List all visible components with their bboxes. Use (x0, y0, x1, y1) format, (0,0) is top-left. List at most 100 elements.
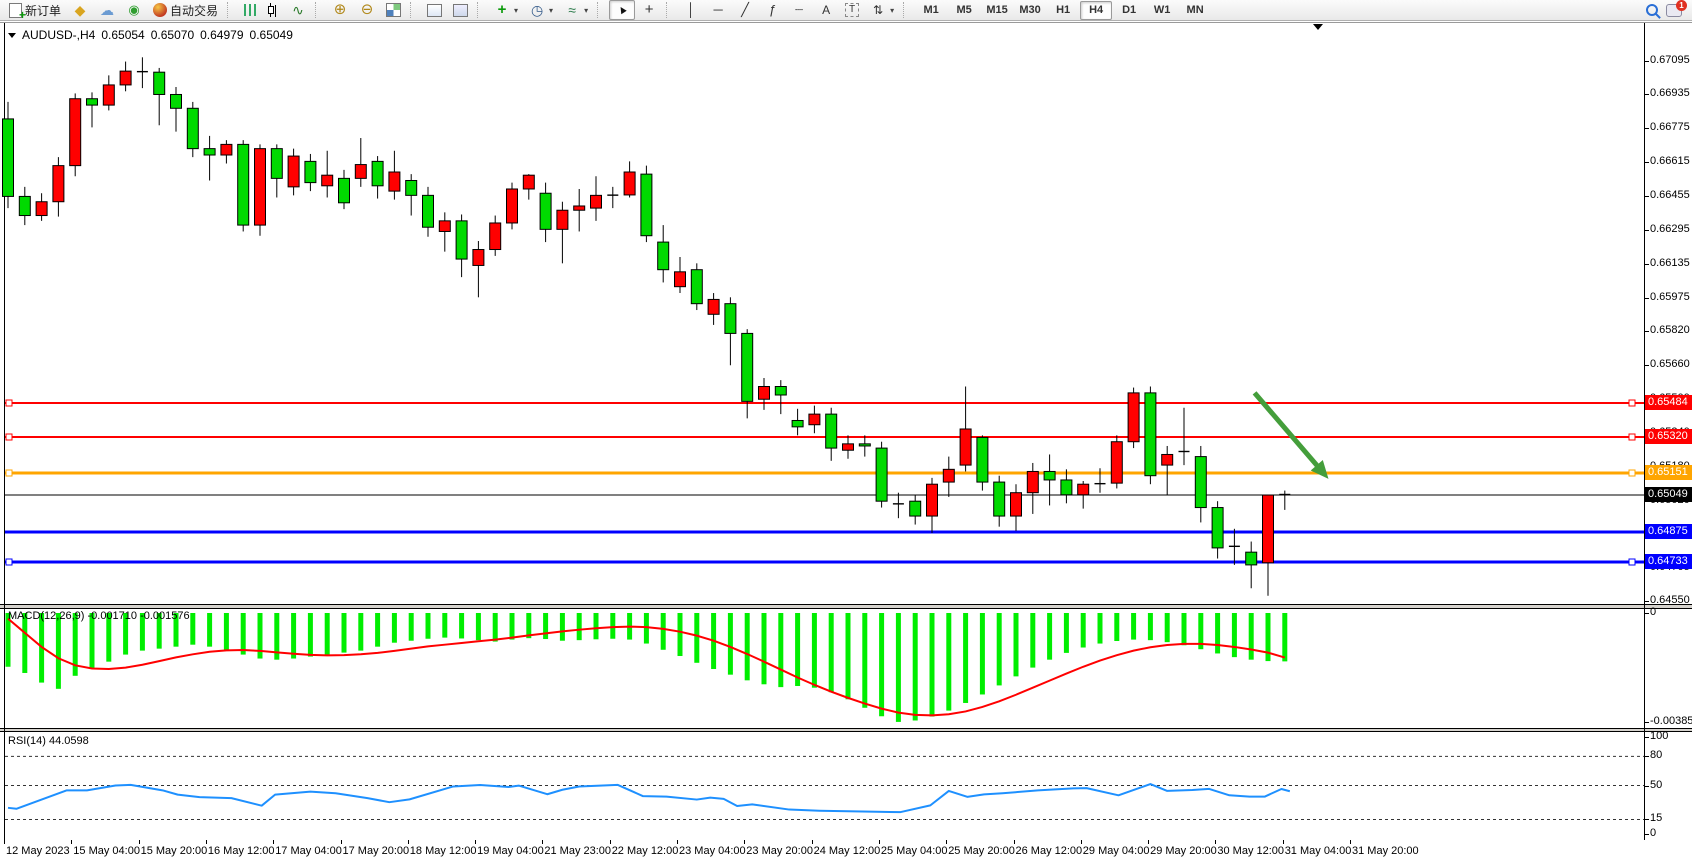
line-chart-icon (290, 2, 306, 18)
publish-button[interactable] (94, 0, 120, 20)
periods-button[interactable]: ▾ (524, 0, 558, 20)
timeframe-d1[interactable]: D1 (1113, 1, 1145, 20)
zoom-out-icon (359, 2, 375, 18)
add-indicator-button[interactable]: ▾ (489, 0, 523, 20)
bar-chart-icon (244, 4, 256, 16)
trendline-button[interactable] (732, 0, 758, 20)
timeframe-w1[interactable]: W1 (1146, 1, 1178, 20)
toolbar-separator (597, 2, 605, 18)
profiles-icon (453, 4, 468, 17)
toolbar-separator (227, 2, 235, 18)
chart-dropdown-icon[interactable] (8, 33, 16, 38)
auto-trading-button[interactable]: 自动交易 (148, 0, 223, 20)
bar-chart-button[interactable] (239, 0, 261, 20)
price-high: 0.65070 (151, 28, 194, 42)
text-icon (818, 2, 834, 18)
new-chart-icon (427, 4, 442, 17)
profiles-button[interactable] (448, 0, 473, 20)
chat-icon[interactable]: 1 (1666, 4, 1682, 17)
price-low: 0.64979 (200, 28, 243, 42)
crosshair-icon (641, 2, 657, 18)
paint-bucket-button[interactable] (67, 0, 93, 20)
cursor-icon (614, 2, 630, 18)
new-chart-button[interactable] (422, 0, 447, 20)
auto-trading-label: 自动交易 (170, 2, 218, 19)
trendline-icon (737, 2, 753, 18)
toolbar-separator (903, 2, 911, 18)
fibonacci-icon (764, 2, 780, 18)
zoom-in-button[interactable] (327, 0, 353, 20)
vertical-line-icon (683, 2, 699, 18)
price-line-label: 0.64733 (1645, 554, 1692, 569)
timeframe-m15[interactable]: M15 (981, 1, 1013, 20)
rsi-value: 44.0598 (49, 735, 89, 747)
mt4-application: { "toolbar": { "items": [ {"name":"new-o… (0, 0, 1692, 862)
timeframe-m5[interactable]: M5 (948, 1, 980, 20)
tile-windows-button[interactable] (381, 0, 406, 20)
text-button[interactable] (813, 0, 839, 20)
toolbar-separator (410, 2, 418, 18)
chart-title: AUDUSD-,H4 0.65054 0.65070 0.64979 0.650… (8, 28, 293, 42)
fibonacci-button[interactable] (759, 0, 785, 20)
notification-badge: 1 (1676, 0, 1687, 11)
candlestick-chart-button[interactable] (262, 0, 284, 20)
price-line-label: 0.64875 (1645, 524, 1692, 539)
new-order-button[interactable]: +新订单 (4, 0, 66, 20)
macd-label: MACD(12,26,9) -0.001710 -0.001576 (8, 610, 190, 622)
line-chart-button[interactable] (285, 0, 311, 20)
symbol-period: AUDUSD-,H4 (22, 28, 95, 42)
price-line-label: 0.65151 (1645, 465, 1692, 480)
toolbar-separator (666, 2, 674, 18)
price-line-label: 0.65320 (1645, 429, 1692, 444)
periods-icon (529, 2, 545, 18)
periods-dropdown-icon[interactable]: ▾ (549, 6, 553, 15)
zoom-in-icon (332, 2, 348, 18)
price-line-label: 0.65049 (1645, 487, 1692, 502)
chart-canvas[interactable] (0, 23, 1692, 862)
paint-bucket-icon (72, 2, 88, 18)
vertical-line-button[interactable] (678, 0, 704, 20)
text-label-icon (845, 3, 859, 17)
templates-dropdown-icon[interactable]: ▾ (584, 6, 588, 15)
signal-icon (126, 2, 142, 18)
new-order-label: 新订单 (25, 2, 61, 19)
toolbar: +新订单 自动交易 ▾ ▾ ▾ ▾ M1M5M15M30H1H4D1W1MN 1 (0, 0, 1692, 21)
macd-value: -0.001710 (87, 610, 137, 622)
toolbar-separator (477, 2, 485, 18)
timeframe-mn[interactable]: MN (1179, 1, 1211, 20)
text-label-button[interactable] (840, 0, 864, 20)
candlestick-chart-icon (267, 3, 279, 17)
timeframe-m30[interactable]: M30 (1014, 1, 1046, 20)
channel-button[interactable] (786, 0, 812, 20)
crosshair-button[interactable] (636, 0, 662, 20)
search-icon[interactable] (1646, 4, 1658, 16)
signal-button[interactable] (121, 0, 147, 20)
add-indicator-icon (494, 2, 510, 18)
toolbar-separator (315, 2, 323, 18)
price-close: 0.65049 (250, 28, 293, 42)
templates-button[interactable]: ▾ (559, 0, 593, 20)
new-order-icon: + (9, 3, 22, 18)
timeframe-h4[interactable]: H4 (1080, 1, 1112, 20)
tile-windows-icon (386, 3, 401, 17)
horizontal-line-button[interactable] (705, 0, 731, 20)
arrows-dropdown-icon[interactable]: ▾ (890, 6, 894, 15)
price-line-label: 0.65484 (1645, 395, 1692, 410)
macd-signal-value: -0.001576 (140, 610, 190, 622)
add-indicator-dropdown-icon[interactable]: ▾ (514, 6, 518, 15)
timeframe-h1[interactable]: H1 (1047, 1, 1079, 20)
toolbar-right-group: 1 (1646, 4, 1688, 17)
channel-icon (791, 2, 807, 18)
price-open: 0.65054 (101, 28, 144, 42)
auto-trading-icon (153, 3, 167, 17)
timeframe-m1[interactable]: M1 (915, 1, 947, 20)
publish-icon (99, 2, 115, 18)
rsi-label: RSI(14) 44.0598 (8, 735, 89, 747)
templates-icon (564, 2, 580, 18)
cursor-button[interactable] (609, 0, 635, 20)
zoom-out-button[interactable] (354, 0, 380, 20)
arrows-icon (870, 2, 886, 18)
chart-window[interactable]: AUDUSD-,H4 0.65054 0.65070 0.64979 0.650… (0, 22, 1692, 862)
horizontal-line-icon (710, 2, 726, 18)
arrows-button[interactable]: ▾ (865, 0, 899, 20)
